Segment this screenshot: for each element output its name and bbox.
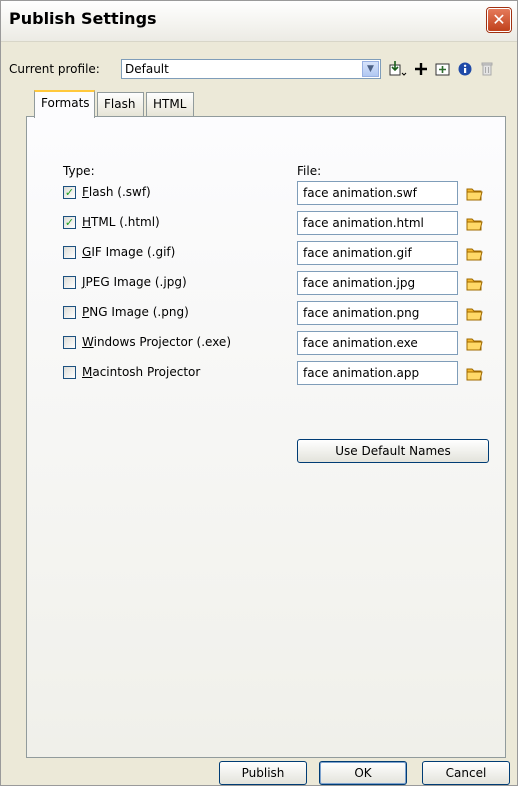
folder-icon[interactable] — [464, 273, 484, 293]
file-input-jpeg[interactable]: face animation.jpg — [297, 271, 458, 295]
chevron-down-icon[interactable]: ▼ — [362, 61, 379, 77]
tab-html[interactable]: HTML — [146, 92, 194, 116]
duplicate-profile-icon[interactable] — [433, 59, 453, 79]
folder-icon[interactable] — [464, 333, 484, 353]
folder-icon[interactable] — [464, 303, 484, 323]
checkbox-html[interactable]: ✓ — [63, 216, 76, 229]
profile-value: Default — [125, 62, 169, 76]
info-icon[interactable] — [455, 59, 475, 79]
add-profile-icon[interactable] — [411, 59, 431, 79]
tab-flash[interactable]: Flash — [97, 92, 144, 116]
title-bar[interactable]: Publish Settings ✕ — [1, 1, 517, 42]
format-label-html[interactable]: HTML (.html) — [82, 215, 160, 229]
import-export-icon[interactable] — [387, 59, 407, 79]
checkbox-jpeg[interactable] — [63, 276, 76, 289]
checkbox-macintosh-projector[interactable] — [63, 366, 76, 379]
publish-settings-dialog: Publish Settings ✕ Current profile: Defa… — [0, 0, 518, 786]
formats-panel: Type: File: ✓ Flash (.swf) face animation.… — [26, 116, 506, 758]
folder-icon[interactable] — [464, 243, 484, 263]
folder-icon[interactable] — [464, 213, 484, 233]
checkbox-windows-projector[interactable] — [63, 336, 76, 349]
folder-icon[interactable] — [464, 183, 484, 203]
dialog-title: Publish Settings — [9, 9, 157, 28]
file-input-png[interactable]: face animation.png — [297, 301, 458, 325]
folder-icon[interactable] — [464, 363, 484, 383]
delete-profile-icon[interactable] — [477, 59, 497, 79]
file-input-gif[interactable]: face animation.gif — [297, 241, 458, 265]
file-heading: File: — [297, 164, 322, 178]
format-label-windows-projector[interactable]: Windows Projector (.exe) — [82, 335, 231, 349]
format-label-macintosh-projector[interactable]: Macintosh Projector — [82, 365, 200, 379]
tab-formats[interactable]: Formats — [34, 90, 95, 118]
file-input-macintosh-projector[interactable]: face animation.app — [297, 361, 458, 385]
format-label-png[interactable]: PNG Image (.png) — [82, 305, 189, 319]
format-label-gif[interactable]: GIF Image (.gif) — [82, 245, 175, 259]
cancel-button[interactable]: Cancel — [422, 761, 510, 785]
file-input-windows-projector[interactable]: face animation.exe — [297, 331, 458, 355]
profile-dropdown[interactable]: Default ▼ — [121, 59, 381, 79]
close-button[interactable]: ✕ — [487, 8, 511, 32]
current-profile-label: Current profile: — [9, 62, 100, 76]
file-input-flash[interactable]: face animation.swf — [297, 181, 458, 205]
format-label-jpeg[interactable]: JPEG Image (.jpg) — [82, 275, 187, 289]
ok-button[interactable]: OK — [319, 761, 407, 785]
type-heading: Type: — [63, 164, 95, 178]
checkbox-gif[interactable] — [63, 246, 76, 259]
use-default-names-button[interactable]: Use Default Names — [297, 439, 489, 463]
checkbox-flash[interactable]: ✓ — [63, 186, 76, 199]
file-input-html[interactable]: face animation.html — [297, 211, 458, 235]
publish-button[interactable]: Publish — [219, 761, 307, 785]
checkbox-png[interactable] — [63, 306, 76, 319]
format-label-flash[interactable]: Flash (.swf) — [82, 185, 151, 199]
